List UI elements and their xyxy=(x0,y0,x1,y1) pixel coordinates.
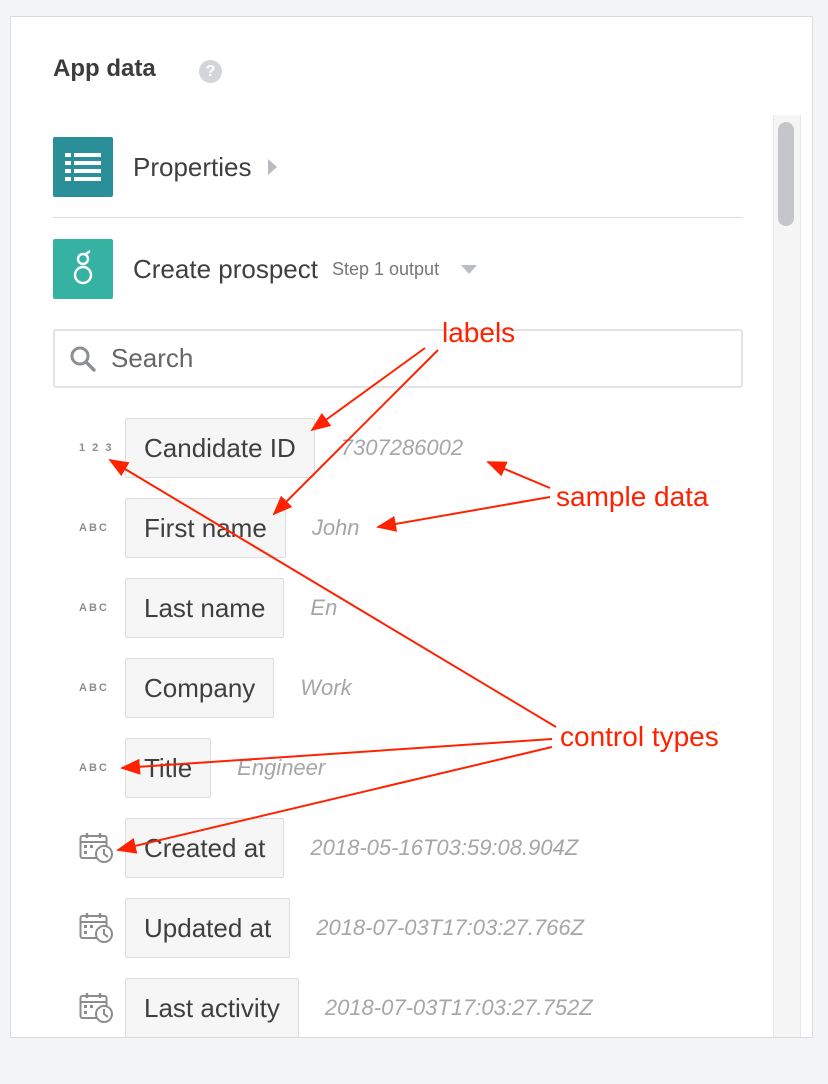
arrow-sample-candidate-id xyxy=(486,461,551,489)
callout-control-types: control types xyxy=(560,721,719,752)
arrow-control-number xyxy=(108,458,557,728)
arrow-labels-candidate-id xyxy=(310,347,426,432)
annotation-arrows xyxy=(108,347,557,854)
arrow-control-datetime xyxy=(116,746,553,854)
callout-sample-data: sample data xyxy=(556,481,709,512)
arrow-labels-first-name xyxy=(272,349,439,516)
arrow-control-text xyxy=(120,738,553,775)
arrow-sample-first-name xyxy=(376,496,551,532)
callout-labels: labels xyxy=(442,317,516,348)
